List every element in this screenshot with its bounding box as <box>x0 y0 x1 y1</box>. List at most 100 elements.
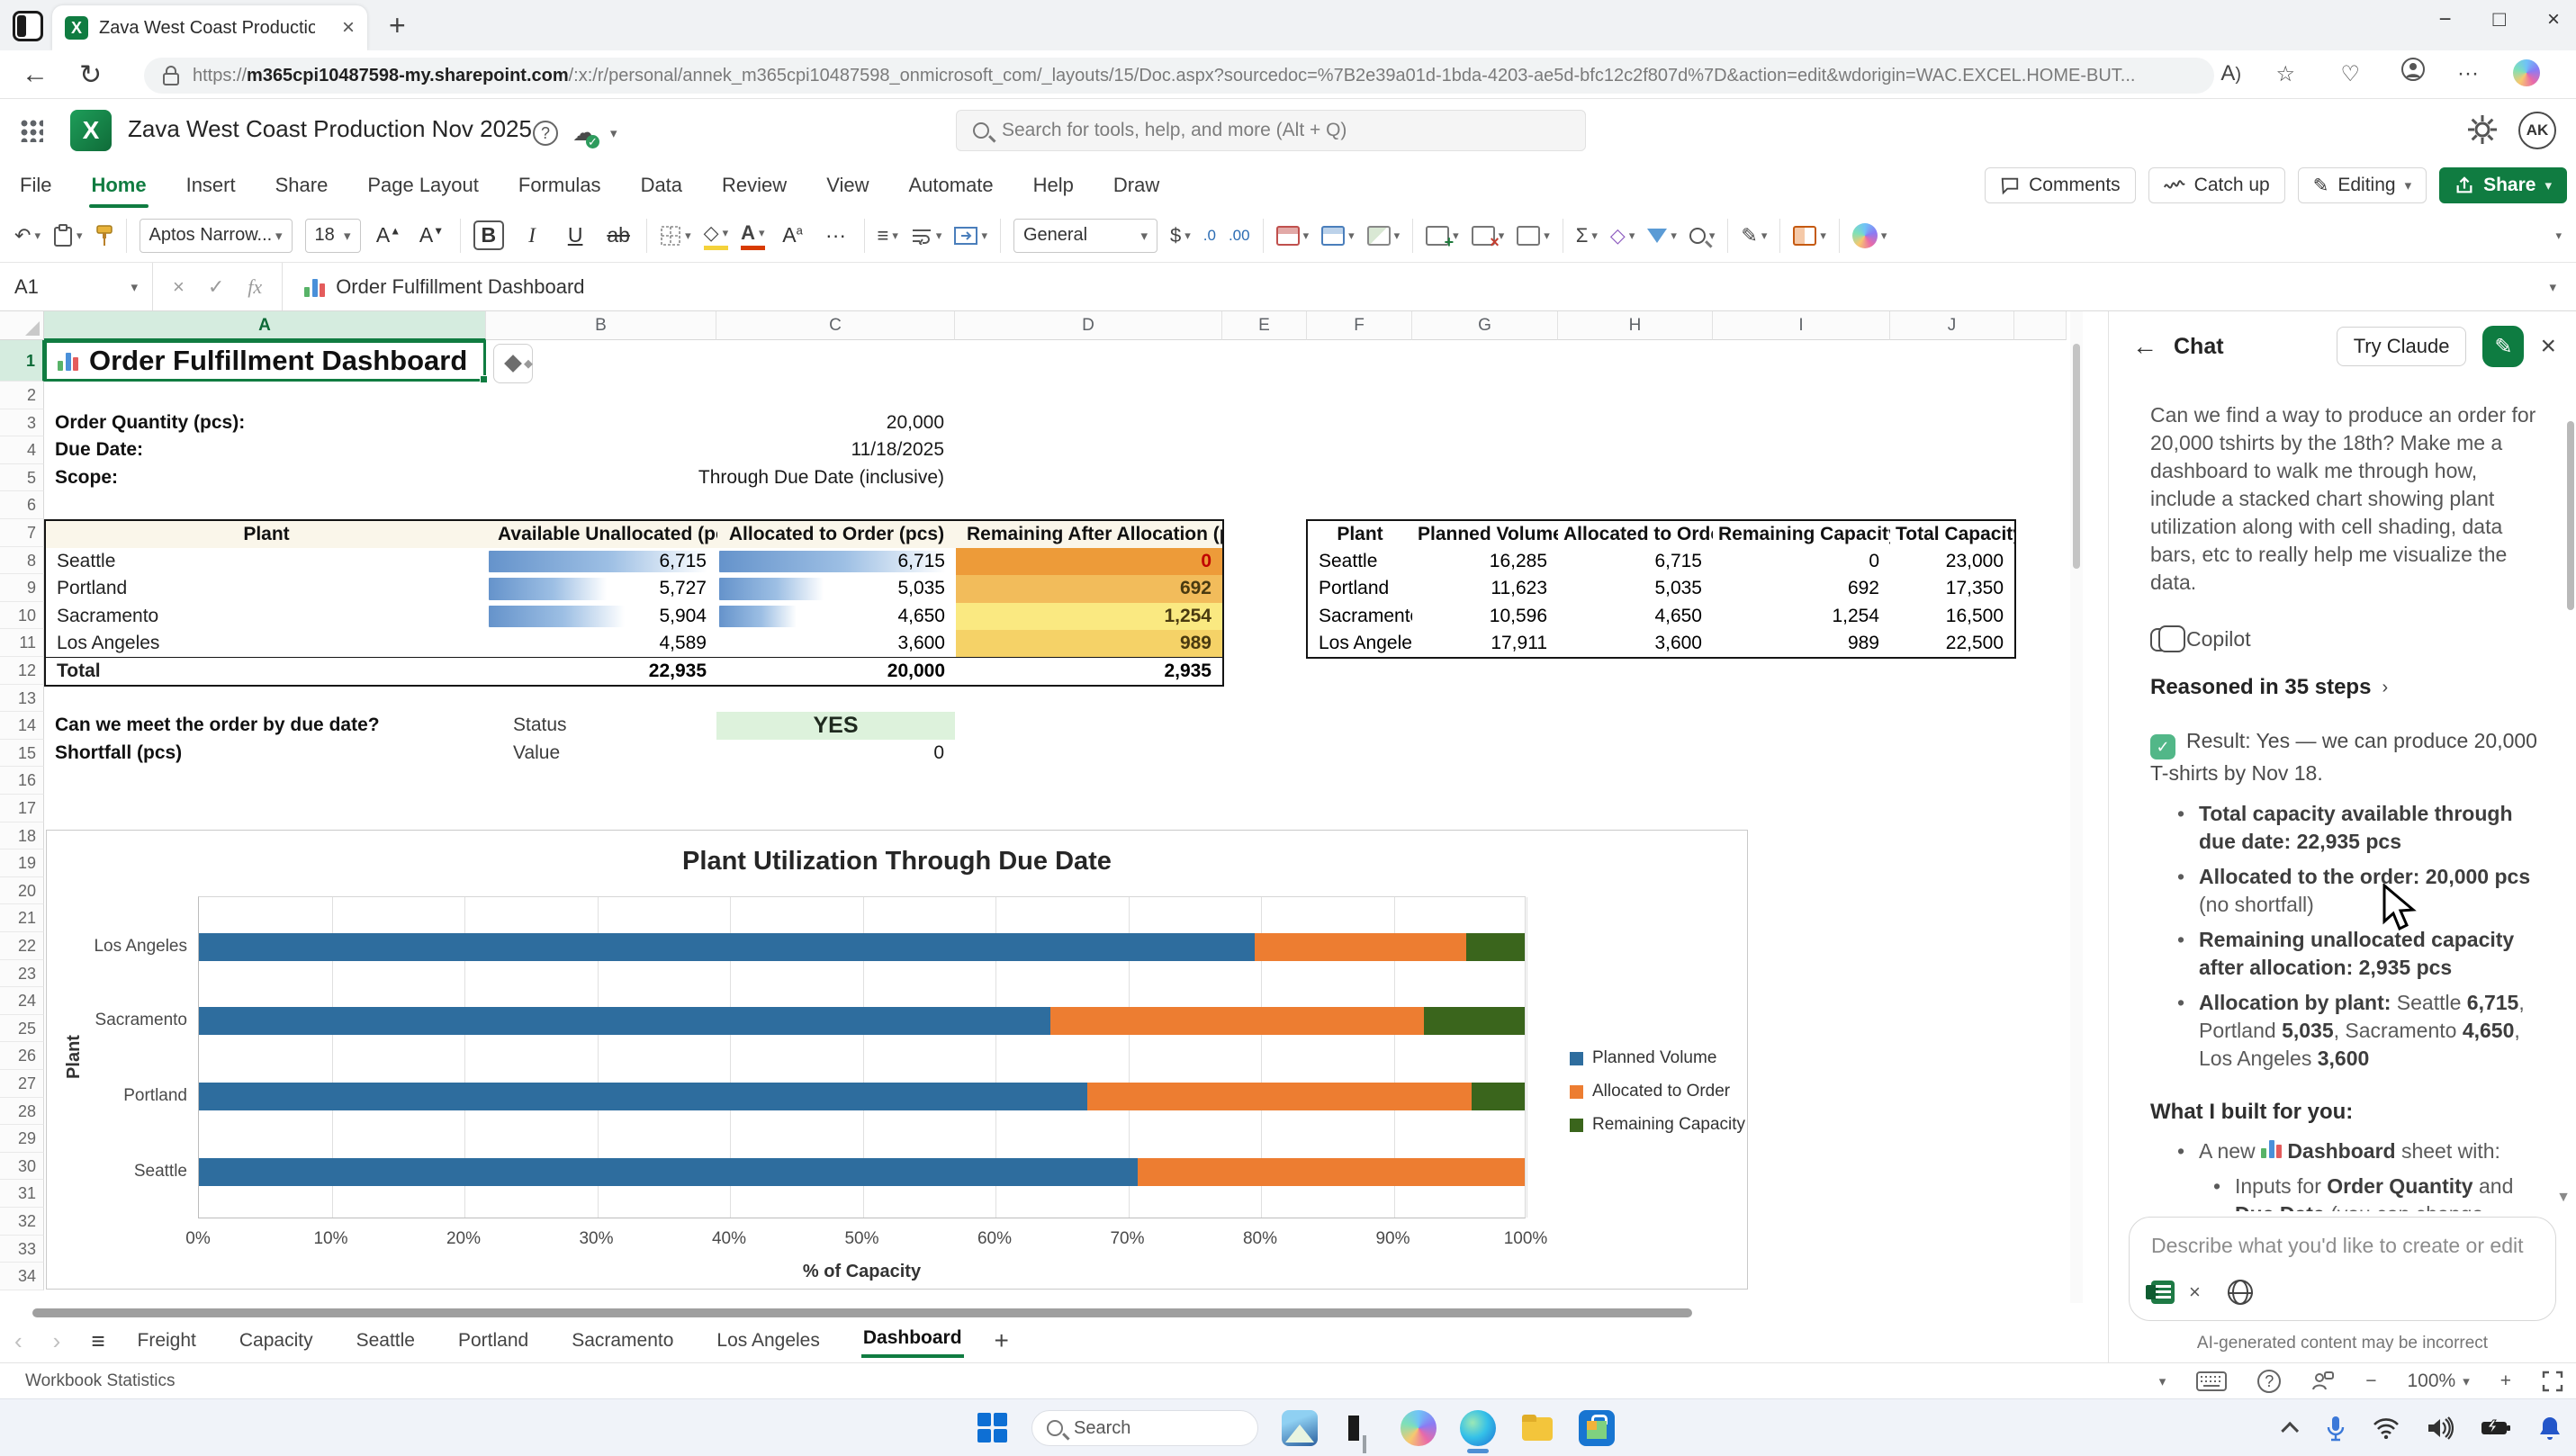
legend-item-planned-volume[interactable]: Planned Volume <box>1570 1048 1716 1068</box>
delete-cells-button[interactable]: ▾ <box>1472 226 1505 246</box>
back-icon[interactable]: ← <box>22 59 49 90</box>
collapse-formula-bar-icon[interactable]: ▾ <box>2549 279 2556 295</box>
sheet-tab-seattle[interactable]: Seattle <box>355 1326 417 1355</box>
row-header-33[interactable]: 33 <box>0 1236 44 1263</box>
more-font-options-button[interactable]: ··· <box>821 223 851 247</box>
catch-up-button[interactable]: Catch up <box>2148 167 2285 203</box>
row-header-11[interactable]: 11 <box>0 629 44 657</box>
menu-tab-formulas[interactable]: Formulas <box>517 168 603 202</box>
account-avatar[interactable]: AK <box>2518 112 2556 149</box>
column-header-J[interactable]: J <box>1890 311 2014 340</box>
spreadsheet-grid[interactable]: ABCDEFGHIJ123456789101112131415161718192… <box>0 311 2067 1305</box>
tray-hidden-icons-chevron[interactable] <box>2281 1422 2299 1440</box>
menu-tab-page-layout[interactable]: Page Layout <box>365 168 481 202</box>
row-header-26[interactable]: 26 <box>0 1042 44 1070</box>
feedback-icon[interactable] <box>2311 1371 2335 1392</box>
stacked-bar-los-angeles[interactable] <box>199 933 1525 961</box>
copilot-app-icon[interactable] <box>1401 1410 1437 1446</box>
address-bar[interactable]: https://m365cpi10487598-my.sharepoint.co… <box>144 58 2214 94</box>
stacked-bar-sacramento[interactable] <box>199 1007 1525 1035</box>
vertical-scrollbar-thumb[interactable] <box>2073 344 2080 569</box>
chat-close-icon[interactable]: × <box>2540 331 2556 362</box>
allocation-total-row[interactable]: Total22,93520,0002,935 <box>45 658 1223 686</box>
capacity-row-sacramento[interactable]: Sacramento10,5964,6501,25416,500 <box>1307 603 2015 631</box>
menu-tab-share[interactable]: Share <box>274 168 330 202</box>
menu-tab-file[interactable]: File <box>18 168 53 202</box>
sheet-tab-portland[interactable]: Portland <box>456 1326 530 1355</box>
insert-cells-button[interactable]: ▾ <box>1426 226 1459 246</box>
row-header-18[interactable]: 18 <box>0 822 44 850</box>
fullscreen-icon[interactable] <box>2542 1371 2563 1392</box>
wifi-icon[interactable] <box>2373 1417 2400 1439</box>
browser-tab[interactable]: Zava West Coast Production Nov × <box>52 5 367 50</box>
wrap-text-button[interactable]: ▾ <box>911 227 942 245</box>
autosum-button[interactable]: Σ▾ <box>1576 224 1598 247</box>
menu-tab-home[interactable]: Home <box>89 168 148 202</box>
capacity-row-los-angeles[interactable]: Los Angeles17,9113,60098922,500 <box>1307 630 2015 658</box>
find-button[interactable]: ▾ <box>1689 228 1716 244</box>
status-chevron-icon[interactable]: ▾ <box>2159 1373 2166 1389</box>
row-header-9[interactable]: 9 <box>0 574 44 602</box>
legend-item-remaining-capacity[interactable]: Remaining Capacity <box>1570 1115 1745 1135</box>
input-label-row4[interactable]: Due Date: <box>44 436 486 464</box>
row-header-19[interactable]: 19 <box>0 849 44 877</box>
copilot-cell-suggestion-button[interactable] <box>493 344 533 383</box>
row-header-2[interactable]: 2 <box>0 382 44 409</box>
sort-filter-button[interactable]: ▾ <box>1647 229 1677 243</box>
chat-scrollbar-thumb[interactable] <box>2567 421 2574 610</box>
selection-fill-handle[interactable] <box>480 375 488 383</box>
sheet-nav-next-icon[interactable]: › <box>53 1327 61 1355</box>
read-aloud-icon[interactable]: A) <box>2220 61 2241 86</box>
input-value-row5[interactable]: Through Due Date (inclusive) <box>716 464 955 492</box>
ink-button[interactable]: ✎▾ <box>1741 224 1767 247</box>
window-minimize-icon[interactable]: − <box>2438 7 2451 32</box>
file-explorer-icon[interactable] <box>1519 1410 1555 1446</box>
cell-a1-dashboard-title[interactable]: Order Fulfillment Dashboard <box>44 340 486 382</box>
notification-bell-icon[interactable] <box>2538 1416 2562 1441</box>
column-header-F[interactable]: F <box>1307 311 1412 340</box>
refresh-icon[interactable]: ↻ <box>79 59 102 91</box>
format-as-table-button[interactable]: ▾ <box>1321 226 1355 246</box>
menu-tab-review[interactable]: Review <box>720 168 788 202</box>
row-header-4[interactable]: 4 <box>0 436 44 464</box>
row-header-14[interactable]: 14 <box>0 712 44 740</box>
app-launcher-waffle-icon[interactable] <box>20 119 43 142</box>
input-value-row3[interactable]: 20,000 <box>716 409 955 437</box>
row-header-32[interactable]: 32 <box>0 1208 44 1236</box>
row-header-10[interactable]: 10 <box>0 602 44 630</box>
share-button[interactable]: Share▾ <box>2439 167 2567 203</box>
underline-button[interactable]: U <box>560 223 590 247</box>
workbook-statistics-button[interactable]: Workbook Statistics <box>0 1371 175 1391</box>
horizontal-scrollbar-thumb[interactable] <box>32 1308 1692 1317</box>
clear-button[interactable]: ◇▾ <box>1610 224 1635 247</box>
window-close-icon[interactable]: × <box>2547 7 2560 32</box>
value-label[interactable]: Value <box>486 740 716 768</box>
row-header-16[interactable]: 16 <box>0 767 44 795</box>
menu-tab-data[interactable]: Data <box>639 168 684 202</box>
volume-icon[interactable] <box>2427 1416 2454 1440</box>
tab-close-icon[interactable]: × <box>342 15 355 40</box>
format-painter-button[interactable] <box>95 225 113 247</box>
reasoned-steps-toggle[interactable]: Reasoned in 35 steps› <box>2150 675 2540 700</box>
browser-settings-ellipsis-icon[interactable]: ··· <box>2457 61 2479 86</box>
taskbar-search-input[interactable]: Search <box>1031 1410 1258 1446</box>
select-all-corner[interactable] <box>0 311 44 340</box>
keyboard-icon[interactable] <box>2196 1371 2227 1391</box>
start-button[interactable] <box>977 1413 1008 1443</box>
row-header-7[interactable]: 7 <box>0 519 44 547</box>
workbook-title[interactable]: Zava West Coast Production Nov 2025 <box>128 115 532 143</box>
column-header-partial[interactable] <box>2014 311 2067 340</box>
menu-tab-draw[interactable]: Draw <box>1112 168 1161 202</box>
column-header-H[interactable]: H <box>1558 311 1713 340</box>
tab-activity-icon[interactable] <box>13 11 43 41</box>
capacity-row-portland[interactable]: Portland11,6235,03569217,350 <box>1307 575 2015 603</box>
row-header-15[interactable]: 15 <box>0 740 44 768</box>
settings-gear-icon[interactable] <box>2466 113 2499 150</box>
row-header-12[interactable]: 12 <box>0 657 44 685</box>
app-l-icon[interactable] <box>1341 1410 1377 1446</box>
allocation-row-sacramento[interactable]: Sacramento5,9044,6501,254 <box>45 603 1223 631</box>
legend-item-allocated-to-order[interactable]: Allocated to Order <box>1570 1082 1730 1101</box>
row-header-31[interactable]: 31 <box>0 1180 44 1208</box>
allocation-row-portland[interactable]: Portland5,7275,035692 <box>45 575 1223 603</box>
sheet-tab-capacity[interactable]: Capacity <box>238 1326 315 1355</box>
